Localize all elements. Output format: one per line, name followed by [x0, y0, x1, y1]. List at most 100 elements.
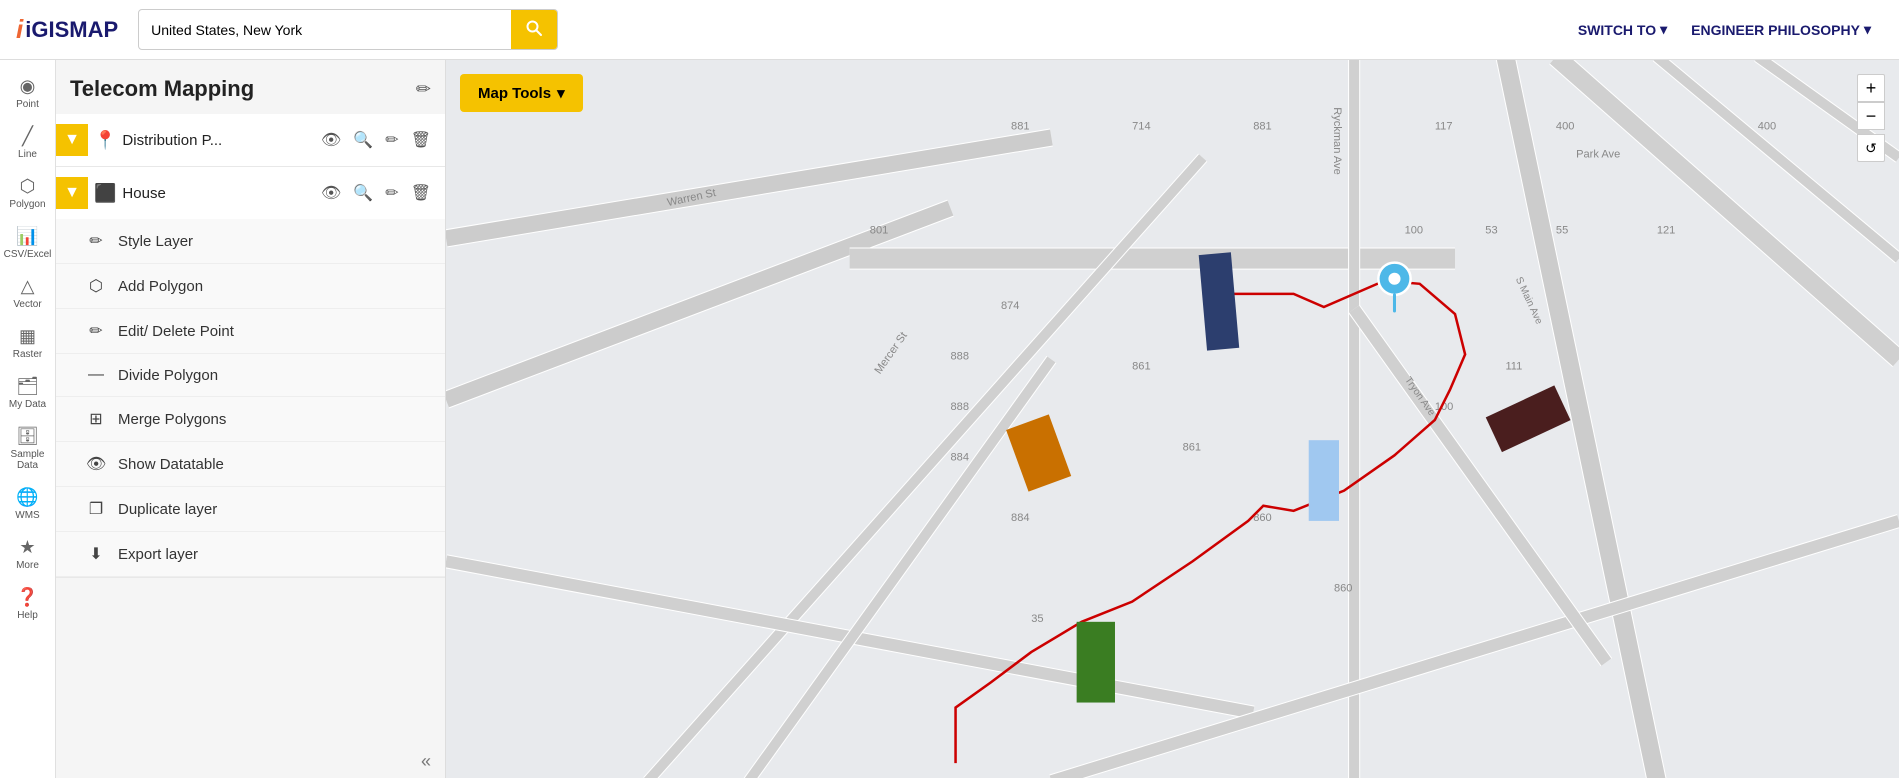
svg-text:111: 111: [1505, 361, 1522, 373]
house-submenu: ✏ Style Layer ⬡ Add Polygon ✏ Edit/ Dele…: [56, 219, 445, 577]
submenu-merge-label: Merge Polygons: [118, 411, 226, 428]
toolbar-item-raster[interactable]: ▦ Raster: [2, 320, 54, 366]
toolbar-label-mydata: My Data: [9, 399, 46, 410]
toolbar-item-wms[interactable]: 🌐 WMS: [2, 481, 54, 527]
layer-edit-btn-house[interactable]: ✏: [381, 181, 402, 205]
layer-name-house: House: [122, 185, 311, 202]
layer-item-distribution: ▼ 📍 Distribution P... 👁 🔍 ✏ 🗑: [56, 114, 445, 167]
submenu-duplicate-layer[interactable]: ❐ Duplicate layer: [56, 487, 445, 532]
svg-text:400: 400: [1758, 120, 1776, 132]
submenu-duplicate-label: Duplicate layer: [118, 501, 217, 518]
submenu-divide-polygon[interactable]: — Divide Polygon: [56, 354, 445, 397]
csv-icon: 📊: [16, 226, 38, 247]
svg-text:874: 874: [1001, 300, 1019, 312]
submenu-add-polygon[interactable]: ⬡ Add Polygon: [56, 264, 445, 309]
sidebar-title: Telecom Mapping: [70, 76, 254, 102]
layer-visibility-btn-house[interactable]: 👁: [317, 181, 345, 205]
toolbar-item-polygon[interactable]: ⬡ Polygon: [2, 170, 54, 216]
more-icon: ★: [19, 537, 35, 558]
zoom-in-button[interactable]: +: [1857, 74, 1885, 102]
sampledata-icon: 🗄: [16, 426, 39, 447]
layer-delete-btn-house[interactable]: 🗑: [407, 181, 435, 205]
raster-icon: ▦: [19, 326, 36, 347]
toolbar-item-point[interactable]: ◉ Point: [2, 70, 54, 116]
layer-name-distribution: Distribution P...: [122, 132, 311, 149]
submenu-export-layer[interactable]: ⬇ Export layer: [56, 532, 445, 577]
toolbar-item-mydata[interactable]: 🗂 My Data: [2, 370, 54, 416]
svg-text:881: 881: [1011, 120, 1029, 132]
svg-text:Park Ave: Park Ave: [1576, 149, 1620, 161]
collapse-sidebar-button[interactable]: «: [421, 751, 431, 772]
layer-zoom-btn-distribution[interactable]: 🔍: [349, 128, 377, 152]
add-polygon-icon: ⬡: [86, 276, 106, 296]
submenu-show-datatable[interactable]: 👁 Show Datatable: [56, 442, 445, 487]
map-tools-button[interactable]: Map Tools ▾: [460, 74, 583, 112]
search-input[interactable]: [139, 14, 511, 46]
toolbar-item-help[interactable]: ❓ Help: [2, 581, 54, 627]
header-right: SWITCH TO ▾ ENGINEER PHILOSOPHY ▾: [1566, 13, 1883, 46]
submenu-style-label: Style Layer: [118, 233, 193, 250]
layer-expand-distribution[interactable]: ▼: [56, 124, 88, 156]
help-icon: ❓: [16, 587, 38, 608]
toolbar-item-line[interactable]: ╱ Line: [2, 120, 54, 166]
wms-icon: 🌐: [16, 487, 38, 508]
left-toolbar: ◉ Point ╱ Line ⬡ Polygon 📊 CSV/Excel △ V…: [0, 60, 56, 778]
svg-text:714: 714: [1132, 120, 1150, 132]
toolbar-label-csv: CSV/Excel: [4, 249, 52, 260]
toolbar-label-wms: WMS: [15, 510, 39, 521]
vector-icon: △: [21, 276, 35, 297]
map-tools-chevron: ▾: [557, 84, 565, 102]
sidebar-header: Telecom Mapping ✏: [56, 60, 445, 114]
edit-title-button[interactable]: ✏: [416, 79, 431, 100]
switch-to-button[interactable]: SWITCH TO ▾: [1566, 13, 1679, 46]
zoom-reset-button[interactable]: ↺: [1857, 134, 1885, 162]
toolbar-item-more[interactable]: ★ More: [2, 531, 54, 577]
point-icon: ◉: [20, 76, 36, 97]
svg-text:881: 881: [1253, 120, 1271, 132]
toolbar-label-more: More: [16, 560, 39, 571]
zoom-out-button[interactable]: −: [1857, 102, 1885, 130]
svg-text:884: 884: [1011, 512, 1029, 524]
submenu-editdelete-label: Edit/ Delete Point: [118, 323, 234, 340]
layer-icon-distribution: 📍: [94, 130, 116, 151]
svg-text:Ryckman Ave: Ryckman Ave: [1331, 107, 1343, 175]
divide-polygon-icon: —: [86, 366, 106, 384]
chevron-down-icon-2: ▾: [1864, 21, 1871, 38]
toolbar-label-sampledata: Sample Data: [6, 449, 50, 471]
svg-text:400: 400: [1556, 120, 1574, 132]
layer-expand-house[interactable]: ▼: [56, 177, 88, 209]
layer-visibility-btn-distribution[interactable]: 👁: [317, 128, 345, 152]
svg-text:35: 35: [1031, 613, 1043, 625]
collapse-area: «: [56, 745, 445, 778]
submenu-edit-delete-point[interactable]: ✏ Edit/ Delete Point: [56, 309, 445, 354]
submenu-divide-label: Divide Polygon: [118, 367, 218, 384]
style-layer-icon: ✏: [86, 231, 106, 251]
show-datatable-icon: 👁: [86, 454, 106, 474]
toolbar-item-vector[interactable]: △ Vector: [2, 270, 54, 316]
export-layer-icon: ⬇: [86, 544, 106, 564]
search-bar: [138, 9, 558, 50]
layer-edit-btn-distribution[interactable]: ✏: [381, 128, 402, 152]
layer-zoom-btn-house[interactable]: 🔍: [349, 181, 377, 205]
svg-text:55: 55: [1556, 224, 1568, 236]
toolbar-label-help: Help: [17, 610, 38, 621]
layer-icon-house: ⬛: [94, 183, 116, 204]
map-tools-label: Map Tools: [478, 85, 551, 102]
svg-text:861: 861: [1183, 441, 1201, 453]
map-svg: Warren St Mercer St Ryckman Ave S Main A…: [446, 60, 1899, 778]
search-button[interactable]: [511, 10, 557, 49]
svg-text:861: 861: [1132, 361, 1150, 373]
layer-delete-btn-distribution[interactable]: 🗑: [407, 128, 435, 152]
layer-row-house: ▼ ⬛ House 👁 🔍 ✏ 🗑: [56, 167, 445, 219]
submenu-style-layer[interactable]: ✏ Style Layer: [56, 219, 445, 264]
layer-actions-distribution: 👁 🔍 ✏ 🗑: [317, 128, 435, 152]
zoom-controls: + − ↺: [1857, 74, 1885, 162]
svg-text:801: 801: [870, 224, 888, 236]
engineer-label: ENGINEER PHILOSOPHY ▾: [1679, 13, 1883, 46]
app-logo: i iGISMAP: [16, 14, 118, 45]
toolbar-item-sampledata[interactable]: 🗄 Sample Data: [2, 420, 54, 477]
submenu-merge-polygons[interactable]: ⊞ Merge Polygons: [56, 397, 445, 442]
svg-text:121: 121: [1657, 224, 1675, 236]
toolbar-item-csvexcel[interactable]: 📊 CSV/Excel: [2, 220, 54, 266]
polygon-icon: ⬡: [20, 176, 36, 197]
